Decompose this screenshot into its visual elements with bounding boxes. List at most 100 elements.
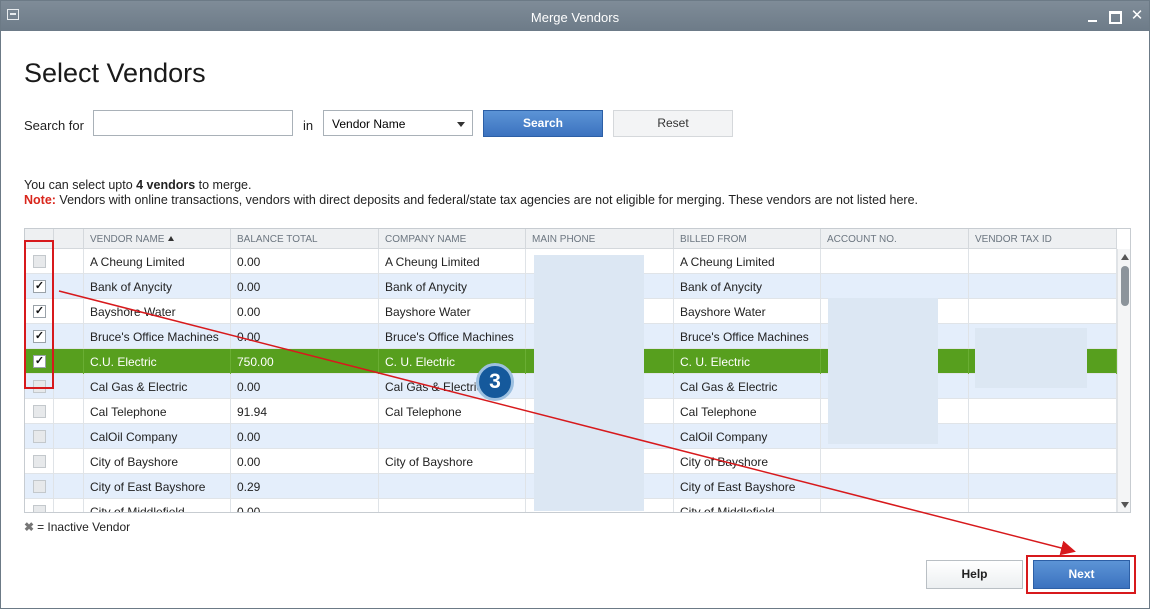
balance-cell: 0.29	[231, 474, 379, 499]
company-name-cell: Bruce's Office Machines	[379, 324, 526, 349]
header-status-col	[54, 229, 84, 249]
row-checkbox[interactable]	[33, 505, 46, 512]
account-no-cell	[821, 249, 969, 274]
balance-cell: 0.00	[231, 499, 379, 512]
header-company-name[interactable]: COMPANY NAME	[379, 229, 526, 249]
window-title: Merge Vendors	[530, 10, 620, 25]
redacted-account-area	[828, 298, 938, 444]
vendor-name-cell: City of Middlefield	[84, 499, 231, 512]
billed-from-cell: Bruce's Office Machines	[674, 324, 821, 349]
billed-from-cell: CalOil Company	[674, 424, 821, 449]
header-billed-from[interactable]: BILLED FROM	[674, 229, 821, 249]
billed-from-cell: City of Middlefield	[674, 499, 821, 512]
merge-note-text: Note: Vendors with online transactions, …	[24, 193, 919, 207]
billed-from-cell: C. U. Electric	[674, 349, 821, 374]
maximize-icon[interactable]	[1107, 8, 1123, 24]
merge-info: You can select upto 4 vendors to merge. …	[24, 178, 918, 208]
checkbox-cell	[25, 399, 54, 424]
scroll-thumb[interactable]	[1121, 266, 1129, 306]
balance-cell: 91.94	[231, 399, 379, 424]
vendor-tax-id-cell	[969, 299, 1117, 324]
page-title: Select Vendors	[24, 58, 206, 88]
vendor-name-cell: City of East Bayshore	[84, 474, 231, 499]
status-cell	[54, 449, 84, 474]
balance-cell: 0.00	[231, 424, 379, 449]
redacted-taxid-area	[975, 328, 1087, 388]
help-button[interactable]: Help	[926, 560, 1023, 589]
status-cell	[54, 349, 84, 374]
account-no-cell	[821, 474, 969, 499]
close-icon[interactable]: ✕	[1129, 8, 1145, 24]
vendor-tax-id-cell	[969, 399, 1117, 424]
step-badge: 3	[476, 363, 514, 401]
next-highlight-box	[1026, 555, 1136, 594]
merge-vendors-window: Merge Vendors ✕ Select Vendors Search fo…	[0, 0, 1150, 609]
billed-from-cell: City of East Bayshore	[674, 474, 821, 499]
balance-cell: 750.00	[231, 349, 379, 374]
header-vendor-name[interactable]: VENDOR NAME	[84, 229, 231, 249]
balance-cell: 0.00	[231, 449, 379, 474]
row-checkbox[interactable]	[33, 430, 46, 443]
row-checkbox[interactable]	[33, 480, 46, 493]
scroll-down-icon[interactable]	[1121, 502, 1129, 508]
search-field-value: Vendor Name	[332, 117, 406, 131]
vendor-tax-id-cell	[969, 249, 1117, 274]
inactive-vendor-icon: ✖	[24, 520, 35, 534]
vendor-name-cell: CalOil Company	[84, 424, 231, 449]
header-balance-total[interactable]: BALANCE TOTAL	[231, 229, 379, 249]
vendor-name-cell: Bayshore Water	[84, 299, 231, 324]
vendor-name-cell: Cal Telephone	[84, 399, 231, 424]
vendor-tax-id-cell	[969, 449, 1117, 474]
scroll-up-icon[interactable]	[1121, 254, 1129, 260]
status-cell	[54, 249, 84, 274]
balance-cell: 0.00	[231, 299, 379, 324]
company-name-cell: A Cheung Limited	[379, 249, 526, 274]
company-name-cell	[379, 499, 526, 512]
search-field-dropdown[interactable]: Vendor Name	[323, 110, 473, 136]
vendor-name-cell: Cal Gas & Electric	[84, 374, 231, 399]
billed-from-cell: Cal Gas & Electric	[674, 374, 821, 399]
billed-from-cell: Cal Telephone	[674, 399, 821, 424]
account-no-cell	[821, 499, 969, 512]
header-main-phone[interactable]: MAIN PHONE	[526, 229, 674, 249]
row-checkbox[interactable]	[33, 455, 46, 468]
status-cell	[54, 299, 84, 324]
company-name-cell: Cal Telephone	[379, 399, 526, 424]
search-input[interactable]	[93, 110, 293, 136]
status-cell	[54, 274, 84, 299]
billed-from-cell: City of Bayshore	[674, 449, 821, 474]
inactive-legend: ✖ = Inactive Vendor	[24, 520, 131, 534]
billed-from-cell: A Cheung Limited	[674, 249, 821, 274]
vendor-tax-id-cell	[969, 424, 1117, 449]
vendor-name-cell: C.U. Electric	[84, 349, 231, 374]
vendor-tax-id-cell	[969, 499, 1117, 512]
merge-limit-text: You can select upto 4 vendors to merge.	[24, 178, 252, 192]
search-label: Search for	[24, 118, 84, 133]
header-vendor-tax-id[interactable]: VENDOR TAX ID	[969, 229, 1117, 249]
vendor-tax-id-cell	[969, 474, 1117, 499]
balance-cell: 0.00	[231, 324, 379, 349]
row-checkbox[interactable]	[33, 405, 46, 418]
table-scrollbar[interactable]	[1117, 249, 1130, 512]
checkbox-cell	[25, 424, 54, 449]
status-cell	[54, 374, 84, 399]
reset-button[interactable]: Reset	[613, 110, 733, 137]
balance-cell: 0.00	[231, 374, 379, 399]
sort-ascending-icon	[168, 236, 175, 241]
status-cell	[54, 424, 84, 449]
search-button[interactable]: Search	[483, 110, 603, 137]
title-bar: Merge Vendors ✕	[1, 1, 1149, 31]
status-cell	[54, 474, 84, 499]
header-account-no[interactable]: ACCOUNT NO.	[821, 229, 969, 249]
status-cell	[54, 499, 84, 512]
balance-cell: 0.00	[231, 274, 379, 299]
minimize-icon[interactable]	[1085, 8, 1101, 24]
chevron-down-icon	[457, 122, 465, 127]
redacted-phone-area	[534, 255, 644, 511]
status-cell	[54, 324, 84, 349]
company-name-cell: Bank of Anycity	[379, 274, 526, 299]
company-name-cell: Bayshore Water	[379, 299, 526, 324]
checkbox-cell	[25, 474, 54, 499]
balance-cell: 0.00	[231, 249, 379, 274]
status-cell	[54, 399, 84, 424]
